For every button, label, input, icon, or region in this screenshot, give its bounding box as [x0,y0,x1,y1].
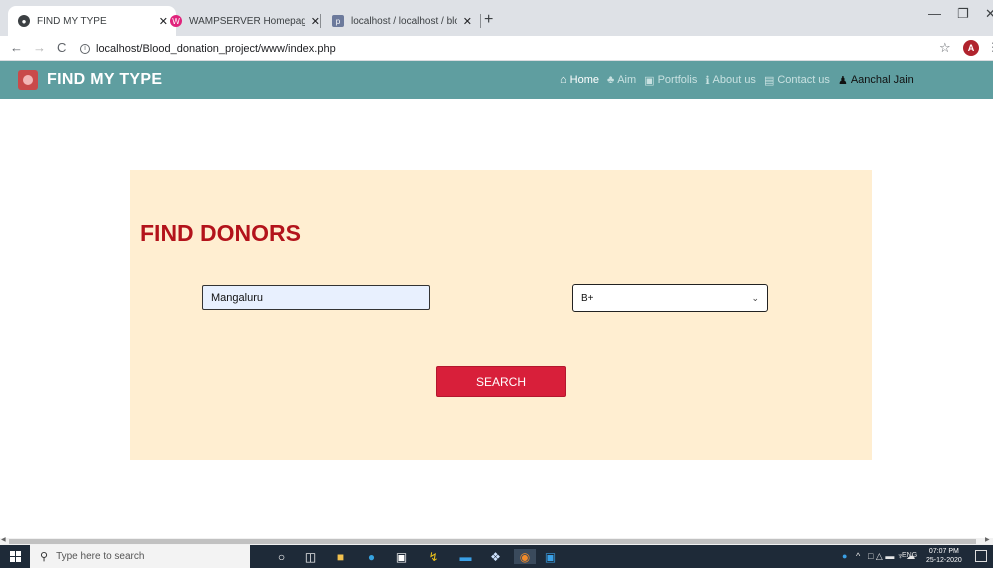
tab-find-my-type[interactable]: ● FIND MY TYPE ✕ [8,6,176,36]
scrollbar-thumb[interactable] [9,539,976,544]
user-icon: ♟ [837,74,848,87]
address-url: localhost/Blood_donation_project/www/ind… [96,42,336,55]
id-card-icon: ▤ [763,74,775,87]
close-tab-icon[interactable]: ✕ [311,15,320,28]
network-status-icon[interactable]: ● [842,551,847,561]
nav-contact-us[interactable]: ▤ Contact us [764,74,830,87]
blood-group-select[interactable]: B+ ⌄ [572,284,768,312]
nav-aim-label: Aim [617,74,637,86]
forward-arrow-icon[interactable]: → [33,40,46,55]
new-tab-button[interactable]: + [484,11,493,29]
nav-home[interactable]: ⌂ Home [560,74,599,86]
store-icon[interactable]: ▣ [394,549,409,564]
file-explorer-icon[interactable]: ■ [333,549,348,564]
close-window-icon[interactable]: ✕ [985,6,993,22]
edge-icon[interactable]: ● [364,549,379,564]
task-view-icon[interactable]: ◫ [303,549,318,564]
minimize-icon[interactable]: — [928,6,941,21]
taskbar-search-placeholder: Type here to search [56,551,145,562]
tab-phpmyadmin[interactable]: p localhost / localhost / blood_ma ✕ [322,6,480,36]
windows-taskbar: ⚲ Type here to search ○ ◫ ■ ● ▣ ↯ ▬ ❖ ◉ … [0,545,993,568]
profile-avatar[interactable]: A [963,40,979,56]
trophy-icon: ♣ [607,74,615,86]
wampserver-icon: W [170,15,182,27]
language-indicator[interactable]: ENG [902,552,917,559]
tab-title: WAMPSERVER Homepage [189,15,305,27]
tab-title: localhost / localhost / blood_ma [351,15,457,27]
horizontal-scrollbar[interactable]: ◀ ▶ [0,536,993,545]
nav-portfolis-label: Portfolis [657,74,698,86]
nav-about-us[interactable]: ℹ About us [705,74,756,87]
nav-portfolis[interactable]: ▣ Portfolis [644,74,697,87]
nav-links: ⌂ Home ♣ Aim ▣ Portfolis ℹ About us ▤ Co… [560,61,922,99]
chevron-up-icon[interactable]: ^ [856,551,860,561]
chevron-down-icon: ⌄ [751,292,759,303]
app-window-icon[interactable]: ▣ [543,549,558,564]
bookmark-star-icon[interactable]: ☆ [939,40,951,56]
blood-group-value: B+ [581,292,594,304]
nav-about-label: About us [712,74,756,86]
search-icon: ⚲ [40,551,49,563]
scroll-right-icon[interactable]: ▶ [985,536,990,543]
menu-kebab-icon[interactable]: ⋮ [987,40,993,54]
nav-contact-label: Contact us [777,74,830,86]
info-icon: ℹ [705,74,710,87]
tab-divider [480,14,481,28]
city-input[interactable] [202,285,430,310]
clock-date: 25-12-2020 [926,557,962,564]
dropbox-icon[interactable]: ❖ [488,549,503,564]
taskbar-search[interactable]: ⚲ Type here to search [30,545,250,568]
close-tab-icon[interactable]: ✕ [463,15,472,28]
address-bar[interactable]: i localhost/Blood_donation_project/www/i… [80,39,940,58]
tab-title: FIND MY TYPE [37,15,107,27]
tab-divider [320,14,321,28]
tab-wampserver[interactable]: W WAMPSERVER Homepage ✕ [160,6,328,36]
browser-toolbar: ← → C i localhost/Blood_donation_project… [0,36,993,61]
clock-time: 07:07 PM [928,548,959,555]
back-arrow-icon[interactable]: ← [10,40,23,55]
page-title: FIND DONORS [140,220,301,246]
clock[interactable]: 07:07 PM 25-12-2020 [926,547,962,565]
nav-home-label: Home [569,74,599,86]
blood-drop-logo-icon [18,70,38,90]
maximize-icon[interactable]: ❐ [957,6,969,22]
windows-logo-icon [9,551,21,562]
brand[interactable]: FIND MY TYPE [18,70,162,90]
find-donors-card: FIND DONORS B+ ⌄ SEARCH [130,170,872,460]
bolt-app-icon[interactable]: ↯ [426,549,441,564]
nav-aim[interactable]: ♣ Aim [607,74,636,86]
windows-start-button[interactable] [0,545,30,568]
reload-icon[interactable]: C [57,40,66,55]
notification-icon[interactable] [975,550,987,562]
search-button[interactable]: SEARCH [436,366,566,397]
brand-name: FIND MY TYPE [47,71,163,88]
app-navbar: FIND MY TYPE ⌂ Home ♣ Aim ▣ Portfolis ℹ … [0,61,993,99]
browser-tab-strip: ● FIND MY TYPE ✕ W WAMPSERVER Homepage ✕… [0,0,993,36]
cortana-icon[interactable]: ○ [274,549,289,564]
phpmyadmin-icon: p [332,15,344,27]
mail-icon[interactable]: ▬ [458,549,473,564]
scroll-left-icon[interactable]: ◀ [1,536,6,543]
chrome-icon[interactable]: ◉ [514,549,536,564]
image-icon: ▣ [644,74,655,87]
nav-user[interactable]: ♟ Aanchal Jain [838,74,914,87]
info-icon[interactable]: i [80,43,90,54]
home-icon: ⌂ [560,74,567,86]
nav-user-label: Aanchal Jain [850,74,914,86]
globe-icon: ● [18,15,30,27]
